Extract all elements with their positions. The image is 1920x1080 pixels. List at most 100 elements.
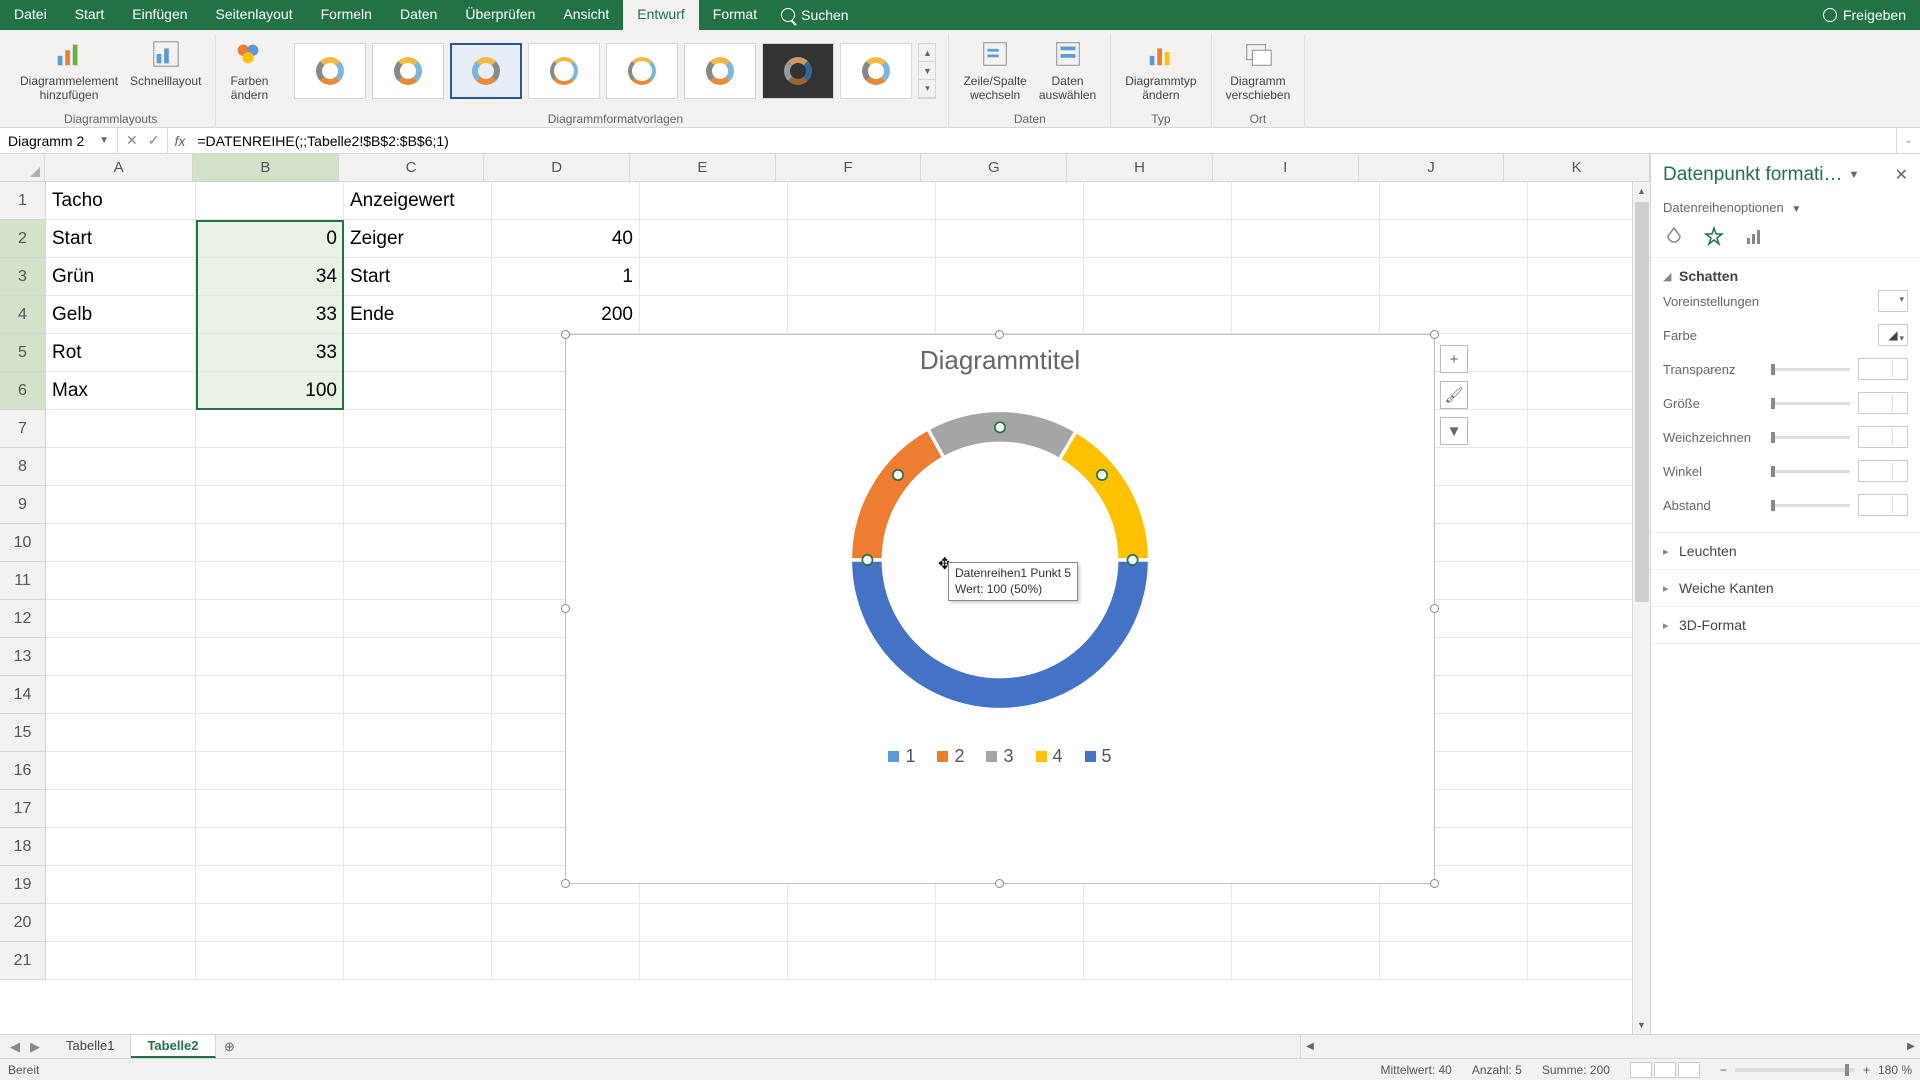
cell-A18[interactable] <box>46 828 196 866</box>
cell-J2[interactable] <box>1380 220 1528 258</box>
cell-G3[interactable] <box>936 258 1084 296</box>
menu-seitenlayout[interactable]: Seitenlayout <box>202 0 307 30</box>
row-header-21[interactable]: 21 <box>0 942 46 980</box>
resize-handle-e[interactable] <box>1430 604 1439 613</box>
zoom-in-icon[interactable]: + <box>1863 1063 1870 1077</box>
style-6[interactable] <box>684 43 756 99</box>
cell-A5[interactable]: Rot <box>46 334 196 372</box>
donut-slice-4[interactable] <box>1059 431 1149 560</box>
scroll-down-icon[interactable]: ▼ <box>1633 1016 1650 1034</box>
cell-C18[interactable] <box>344 828 492 866</box>
col-C[interactable]: C <box>339 154 485 181</box>
pane-subtitle[interactable]: Datenreihenoptionen <box>1663 200 1784 215</box>
chart-plot-area[interactable]: ✥ Datenreihen1 Punkt 5 Wert: 100 (50%) <box>830 390 1170 730</box>
gallery-scroll[interactable]: ▲▼▾ <box>918 43 936 99</box>
cell-C7[interactable] <box>344 410 492 448</box>
cell-I21[interactable] <box>1232 942 1380 980</box>
pane-subtitle-dropdown-icon[interactable]: ▼ <box>1791 204 1801 215</box>
cell-D20[interactable] <box>492 904 640 942</box>
row-header-17[interactable]: 17 <box>0 790 46 828</box>
formula-expand-icon[interactable]: ⌄ <box>1896 128 1920 153</box>
enter-icon[interactable]: ✓ <box>148 132 160 149</box>
share-button[interactable]: Freigeben <box>1809 0 1920 30</box>
cell-C13[interactable] <box>344 638 492 676</box>
row-header-7[interactable]: 7 <box>0 410 46 448</box>
cell-A17[interactable] <box>46 790 196 828</box>
chart-styles-button[interactable]: 🖌 <box>1440 381 1468 409</box>
cell-J20[interactable] <box>1380 904 1528 942</box>
angle-input[interactable] <box>1858 460 1908 482</box>
cell-F1[interactable] <box>788 182 936 220</box>
cell-I4[interactable] <box>1232 296 1380 334</box>
section-3d-format[interactable]: ▸3D-Format <box>1651 607 1920 644</box>
cell-I1[interactable] <box>1232 182 1380 220</box>
cell-C15[interactable] <box>344 714 492 752</box>
style-4[interactable] <box>528 43 600 99</box>
cell-C4[interactable]: Ende <box>344 296 492 334</box>
cell-C21[interactable] <box>344 942 492 980</box>
row-header-16[interactable]: 16 <box>0 752 46 790</box>
chart-object[interactable]: Diagrammtitel ✥ Datenreihen1 Punkt 5 Wer… <box>565 334 1435 884</box>
sheet-tab-2[interactable]: Tabelle2 <box>131 1035 215 1058</box>
name-box[interactable]: Diagramm 2 ▼ <box>0 128 118 153</box>
chart-filters-button[interactable]: ▼ <box>1440 417 1468 445</box>
cell-J3[interactable] <box>1380 258 1528 296</box>
cell-A13[interactable] <box>46 638 196 676</box>
zoom-out-icon[interactable]: − <box>1720 1063 1727 1077</box>
section-soft-edges[interactable]: ▸Weiche Kanten <box>1651 570 1920 607</box>
chart-styles-gallery[interactable]: ▲▼▾ <box>290 34 940 108</box>
menu-datei[interactable]: Datei <box>0 0 61 30</box>
cell-B5[interactable]: 33 <box>196 334 344 372</box>
legend-item-1[interactable]: 1 <box>888 746 915 767</box>
add-chart-element-button[interactable]: Diagrammelement hinzufügen <box>14 34 124 108</box>
donut-slice-2[interactable] <box>850 429 943 560</box>
menu-format[interactable]: Format <box>699 0 771 30</box>
preset-combo[interactable] <box>1878 290 1908 312</box>
cell-G4[interactable] <box>936 296 1084 334</box>
section-shadow-header[interactable]: ◢Schatten <box>1663 268 1908 284</box>
resize-handle-nw[interactable] <box>561 330 570 339</box>
angle-slider[interactable] <box>1771 470 1850 473</box>
shadow-color-button[interactable]: ◢ <box>1878 324 1908 346</box>
row-header-5[interactable]: 5 <box>0 334 46 372</box>
cell-A4[interactable]: Gelb <box>46 296 196 334</box>
cell-I20[interactable] <box>1232 904 1380 942</box>
menu-ueberpruefen[interactable]: Überprüfen <box>451 0 549 30</box>
cell-A9[interactable] <box>46 486 196 524</box>
col-J[interactable]: J <box>1359 154 1505 181</box>
cell-C6[interactable] <box>344 372 492 410</box>
distance-slider[interactable] <box>1771 504 1850 507</box>
col-F[interactable]: F <box>776 154 922 181</box>
row-header-9[interactable]: 9 <box>0 486 46 524</box>
cell-J4[interactable] <box>1380 296 1528 334</box>
cell-B13[interactable] <box>196 638 344 676</box>
row-header-14[interactable]: 14 <box>0 676 46 714</box>
cell-I3[interactable] <box>1232 258 1380 296</box>
legend-item-3[interactable]: 3 <box>986 746 1013 767</box>
menu-entwurf[interactable]: Entwurf <box>623 0 698 30</box>
cell-A7[interactable] <box>46 410 196 448</box>
cell-B20[interactable] <box>196 904 344 942</box>
cell-C3[interactable]: Start <box>344 258 492 296</box>
tab-series-icon[interactable] <box>1743 225 1765 247</box>
legend-item-4[interactable]: 4 <box>1036 746 1063 767</box>
cell-A11[interactable] <box>46 562 196 600</box>
view-page-layout-icon[interactable] <box>1654 1062 1676 1078</box>
cell-G1[interactable] <box>936 182 1084 220</box>
sheet-nav[interactable]: ◀▶ <box>0 1035 50 1058</box>
gallery-down-icon[interactable]: ▼ <box>919 62 935 80</box>
cell-H20[interactable] <box>1084 904 1232 942</box>
cell-A3[interactable]: Grün <box>46 258 196 296</box>
cell-A1[interactable]: Tacho <box>46 182 196 220</box>
cell-B4[interactable]: 33 <box>196 296 344 334</box>
donut-chart[interactable] <box>830 390 1170 730</box>
select-data-button[interactable]: Daten auswählen <box>1033 34 1102 108</box>
cell-B18[interactable] <box>196 828 344 866</box>
cell-G20[interactable] <box>936 904 1084 942</box>
scroll-up-icon[interactable]: ▲ <box>1633 182 1650 200</box>
view-page-break-icon[interactable] <box>1678 1062 1700 1078</box>
quick-layout-button[interactable]: Schnelllayout <box>124 34 207 108</box>
row-header-20[interactable]: 20 <box>0 904 46 942</box>
style-7[interactable] <box>762 43 834 99</box>
cell-A2[interactable]: Start <box>46 220 196 258</box>
